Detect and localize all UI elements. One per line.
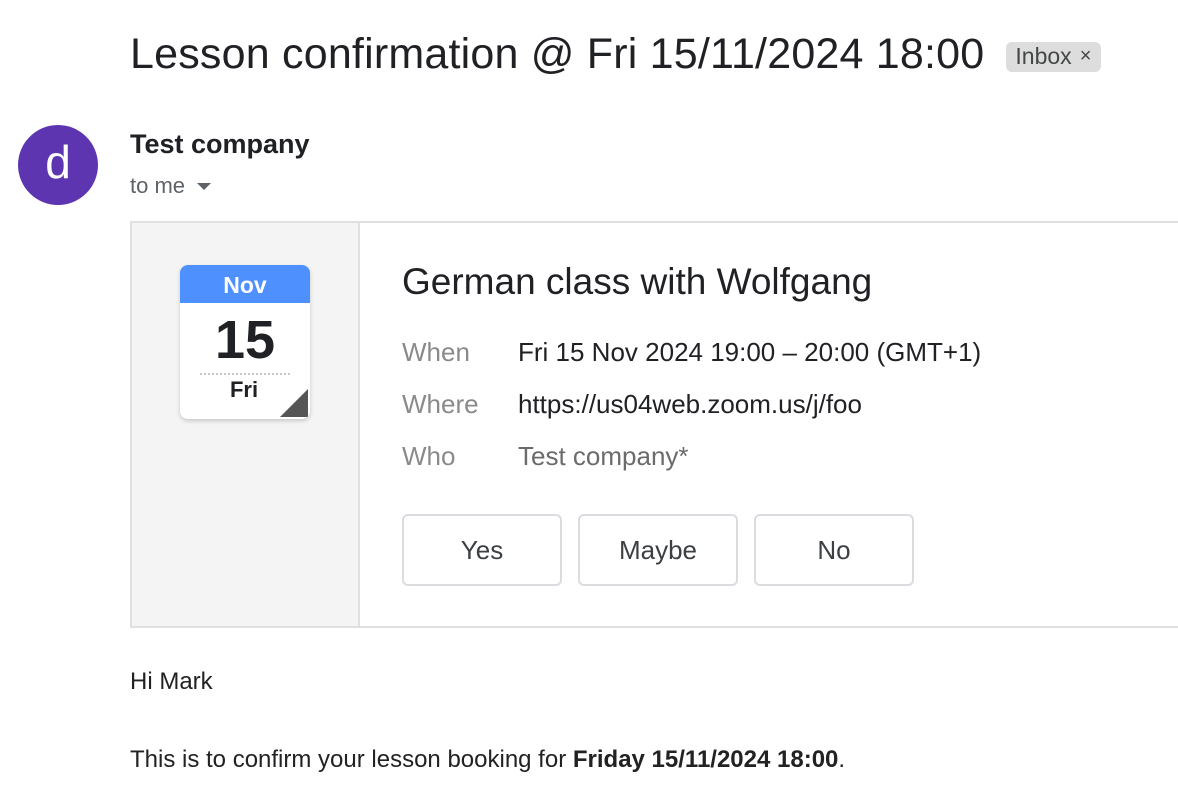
rsvp-no-button[interactable]: No bbox=[754, 514, 914, 586]
calendar-month: Nov bbox=[180, 265, 310, 303]
invite-card-sidebar: Nov 15 Fri bbox=[132, 223, 360, 626]
recipient-text: to me bbox=[130, 173, 186, 198]
avatar[interactable]: d bbox=[18, 125, 98, 205]
confirm-text: This is to confirm your lesson booking f… bbox=[130, 746, 573, 773]
inbox-label-chip[interactable]: Inbox × bbox=[1006, 41, 1102, 72]
event-location-link[interactable]: https://us04web.zoom.us/j/foo bbox=[518, 389, 862, 420]
rsvp-maybe-button[interactable]: Maybe bbox=[578, 514, 738, 586]
event-title: German class with Wolfgang bbox=[402, 261, 873, 302]
event-time: Fri 15 Nov 2024 19:00 – 20:00 (GMT+1) bbox=[518, 337, 982, 367]
calendar-divider bbox=[200, 373, 290, 375]
detail-label: When bbox=[402, 337, 470, 367]
detail-row-where: Where https://us04web.zoom.us/j/foo bbox=[402, 389, 862, 420]
email-subject: Lesson confirmation @ Fri 15/11/2024 18:… bbox=[130, 30, 985, 78]
event-organizer: Test company* bbox=[518, 441, 689, 471]
detail-label: Where bbox=[402, 389, 479, 419]
label-text: Inbox bbox=[1015, 42, 1072, 69]
calendar-date-icon: Nov 15 Fri bbox=[180, 265, 310, 419]
email-body-paragraph: This is to confirm your lesson booking f… bbox=[130, 746, 845, 774]
recipient-details-toggle[interactable]: to me bbox=[130, 173, 212, 199]
sender-name: Test company bbox=[130, 129, 310, 159]
rsvp-yes-button[interactable]: Yes bbox=[402, 514, 562, 586]
avatar-letter: d bbox=[45, 136, 71, 188]
detail-row-when: When Fri 15 Nov 2024 19:00 – 20:00 (GMT+… bbox=[402, 337, 981, 368]
chevron-down-icon[interactable] bbox=[197, 182, 212, 190]
email-header: Lesson confirmation @ Fri 15/11/2024 18:… bbox=[130, 30, 1102, 79]
confirm-datetime: Friday 15/11/2024 18:00 bbox=[572, 746, 839, 773]
invite-card-content: German class with Wolfgang When Fri 15 N… bbox=[360, 223, 1178, 626]
confirm-suffix: . bbox=[838, 746, 846, 773]
email-greeting: Hi Mark bbox=[130, 668, 213, 695]
remove-label-icon[interactable]: × bbox=[1080, 45, 1092, 68]
detail-row-who: Who Test company* bbox=[402, 441, 689, 472]
detail-label: Who bbox=[402, 441, 456, 471]
calendar-day: 15 bbox=[214, 310, 276, 370]
email-view: Lesson confirmation @ Fri 15/11/2024 18:… bbox=[0, 0, 1178, 802]
calendar-invite-card: Nov 15 Fri German class with Wolfgang Wh… bbox=[130, 221, 1178, 628]
page-curl-icon bbox=[280, 389, 308, 417]
